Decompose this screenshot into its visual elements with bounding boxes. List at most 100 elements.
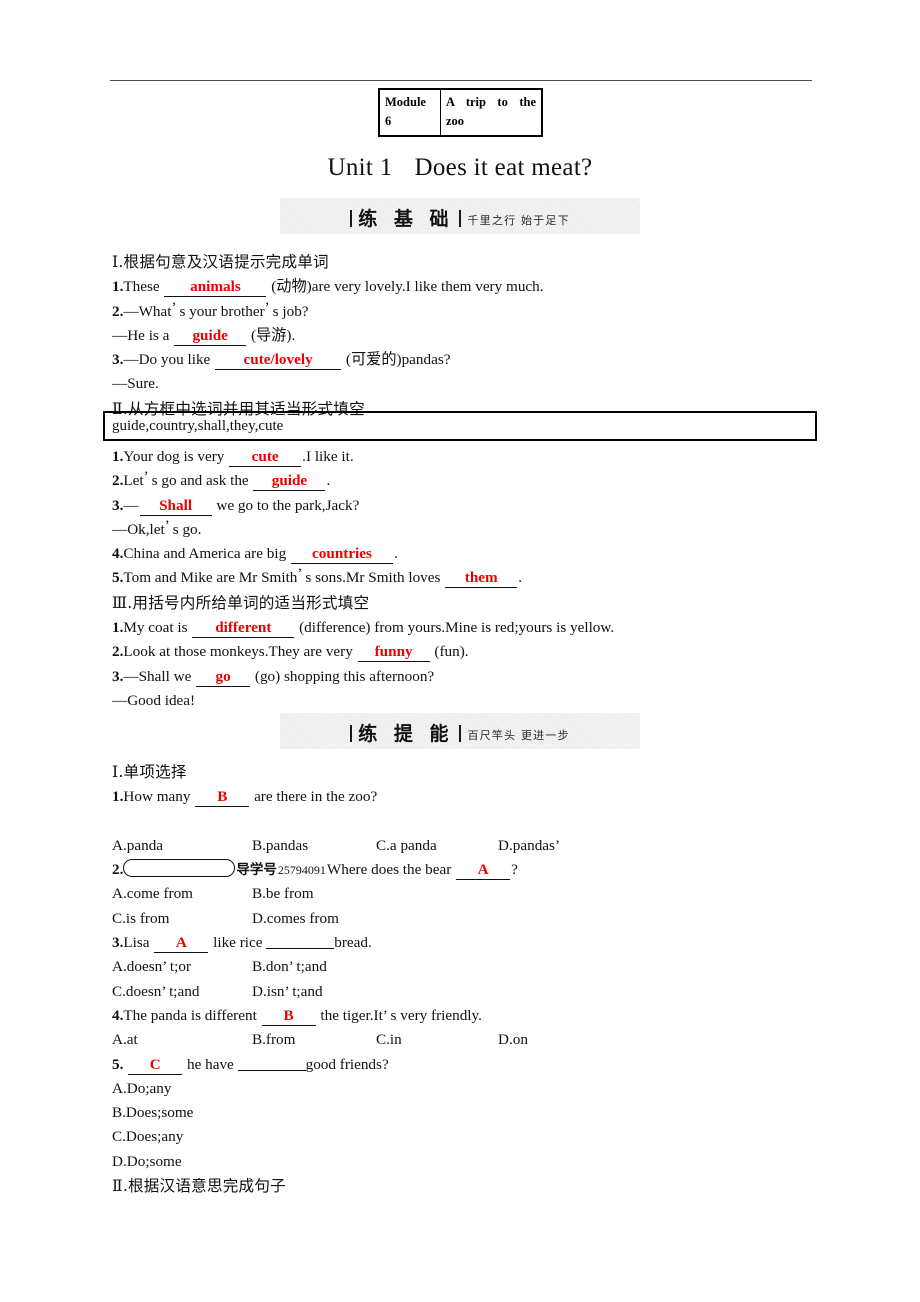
question-item: 1.How many B are there in the zoo? bbox=[112, 785, 818, 809]
basics-section-2: 1.Your dog is very cute .I like it. 2.Let… bbox=[112, 445, 818, 713]
question-number: 3. bbox=[112, 496, 124, 514]
section-heading: Ⅲ.用括号内所给单词的适当形式填空 bbox=[112, 591, 818, 616]
option-b[interactable]: B.Does;some bbox=[112, 1101, 818, 1125]
question-item: 1.These animals (动物)are very lovely.I li… bbox=[112, 275, 818, 299]
option-c[interactable]: C.in bbox=[376, 1028, 402, 1052]
option-d[interactable]: D.comes from bbox=[252, 907, 339, 931]
option-c[interactable]: C.Does;any bbox=[112, 1125, 818, 1149]
header-rule bbox=[110, 80, 812, 81]
reply-text-pre: —Ok,let bbox=[112, 520, 165, 538]
answer-blank[interactable]: A bbox=[154, 933, 209, 954]
option-b[interactable]: B.pandas bbox=[252, 834, 308, 858]
question-item: 2. 导学号25794091Where does the bear A? bbox=[112, 858, 818, 882]
option-a[interactable]: A.Do;any bbox=[112, 1077, 818, 1101]
section-heading-text: .单项选择 bbox=[118, 763, 187, 781]
answer-blank[interactable]: Shall bbox=[139, 496, 212, 516]
option-d[interactable]: D.pandas’ bbox=[498, 834, 560, 858]
question-text-pre: Look at those monkeys.They are very bbox=[123, 643, 353, 661]
answer-blank[interactable]: cute bbox=[229, 447, 302, 467]
word-bank-text: guide,country,shall,they,cute bbox=[112, 417, 284, 434]
daoxue-label: 导学号 bbox=[236, 862, 277, 879]
question-text-pre: Tom and Mike are Mr Smith bbox=[123, 569, 298, 587]
option-c[interactable]: C.is from bbox=[112, 907, 169, 931]
apostrophe-glyph: ’ bbox=[171, 299, 177, 316]
option-row: A.at B.from C.in D.on bbox=[112, 1028, 818, 1052]
reply-line: —Good idea! bbox=[112, 691, 196, 709]
answer-blank[interactable]: cute/lovely bbox=[215, 350, 342, 371]
question-text-post: (difference) from yours.Mine is red;your… bbox=[299, 619, 615, 637]
apostrophe-glyph: ’ bbox=[143, 469, 149, 486]
question-text-post: . bbox=[518, 569, 523, 587]
option-row: A.panda B.pandas C.a panda D.pandas’ bbox=[112, 834, 818, 858]
question-number: 1. bbox=[112, 448, 124, 465]
banner-title-advanced: 练 提 能 bbox=[358, 722, 454, 745]
question-number: 5. bbox=[112, 569, 124, 587]
banner-title-basics: 练 基 础 bbox=[358, 207, 454, 230]
answer-blank[interactable]: guide bbox=[253, 471, 326, 492]
answer-blank[interactable]: funny bbox=[357, 642, 430, 663]
empty-blank[interactable] bbox=[237, 1055, 306, 1071]
section-heading-text: .根据句意及汉语提示完成单词 bbox=[118, 253, 329, 271]
apostrophe-glyph: ’ bbox=[264, 299, 270, 316]
question-text-post: . bbox=[326, 472, 331, 490]
answer-blank[interactable]: animals bbox=[164, 277, 267, 298]
question-stem-post: the tiger.It’ s very friendly. bbox=[320, 1006, 482, 1024]
question-stem-pre: Lisa bbox=[123, 934, 150, 952]
daoxue-number: 25794091 bbox=[277, 863, 326, 878]
option-row: A.doesn’ t;or B.don’ t;and bbox=[112, 955, 818, 979]
question-item: 3.Lisa A like rice bread. bbox=[112, 931, 818, 955]
answer-blank[interactable]: A bbox=[456, 860, 511, 881]
question-text-post: (动物)are very lovely.I like them very muc… bbox=[271, 278, 544, 296]
question-text-pre: Your dog is very bbox=[123, 448, 225, 465]
option-c[interactable]: C.a panda bbox=[376, 834, 437, 858]
question-stem-post: ? bbox=[511, 861, 518, 879]
word-bank-box: guide,country,shall,they,cute bbox=[103, 411, 817, 441]
option-b[interactable]: B.be from bbox=[252, 882, 314, 906]
module-topic-cell: A trip to the zoo bbox=[440, 88, 543, 137]
module-header-table: Module 6 A trip to the zoo bbox=[378, 88, 543, 137]
option-b[interactable]: B.from bbox=[252, 1028, 295, 1052]
option-a[interactable]: A.at bbox=[112, 1028, 138, 1052]
answer-line: —He is a guide (导游). bbox=[112, 324, 818, 348]
option-a[interactable]: A.come from bbox=[112, 882, 193, 906]
question-stem-post: bread. bbox=[334, 934, 372, 952]
question-text-pre: These bbox=[123, 278, 160, 296]
question-stem-pre: How many bbox=[123, 788, 191, 806]
module-cell: Module 6 bbox=[378, 88, 441, 137]
section-numeral: Ⅲ bbox=[112, 594, 128, 612]
answer-blank[interactable]: B bbox=[195, 787, 250, 808]
empty-blank[interactable] bbox=[266, 933, 335, 950]
option-a[interactable]: A.doesn’ t;or bbox=[112, 955, 191, 979]
section-heading: Ⅰ.根据句意及汉语提示完成单词 bbox=[112, 250, 818, 275]
module-label: Module bbox=[385, 95, 426, 109]
unit-number: Unit 1 bbox=[327, 154, 393, 181]
answer-blank[interactable]: guide bbox=[174, 326, 247, 346]
question-text-pre: — bbox=[123, 496, 139, 514]
section-heading: Ⅰ.单项选择 bbox=[112, 760, 818, 785]
option-c[interactable]: C.doesn’ t;and bbox=[112, 980, 199, 1004]
apostrophe-glyph: ’ bbox=[297, 566, 303, 583]
answer-blank[interactable]: C bbox=[128, 1055, 183, 1075]
answer-blank[interactable]: them bbox=[445, 568, 518, 589]
question-stem-post: good friends? bbox=[305, 1055, 389, 1073]
question-number: 1. bbox=[112, 278, 124, 296]
question-text-post: (可爱的)pandas? bbox=[345, 351, 451, 369]
answer-blank[interactable]: B bbox=[261, 1006, 316, 1026]
advanced-section-1: Ⅰ.单项选择 1.How many B are there in the zoo… bbox=[112, 760, 818, 1199]
reply-line: —Sure. bbox=[112, 375, 159, 393]
question-stem-post: are there in the zoo? bbox=[254, 788, 378, 806]
question-item: 3.—Do you like cute/lovely (可爱的)pandas? bbox=[112, 348, 818, 372]
option-d[interactable]: D.isn’ t;and bbox=[252, 980, 323, 1004]
question-number: 3. bbox=[112, 667, 124, 685]
section-numeral: Ⅱ bbox=[112, 1178, 123, 1196]
answer-blank[interactable]: different bbox=[192, 618, 295, 639]
option-d[interactable]: D.Do;some bbox=[112, 1150, 818, 1174]
answer-blank[interactable]: go bbox=[196, 667, 251, 687]
option-d[interactable]: D.on bbox=[498, 1028, 528, 1052]
option-row: A.come from B.be from bbox=[112, 882, 818, 906]
option-a[interactable]: A.panda bbox=[112, 834, 163, 858]
answer-blank[interactable]: countries bbox=[290, 544, 393, 565]
option-b[interactable]: B.don’ t;and bbox=[252, 955, 327, 979]
question-item: 2.—What’ s your brother’ s job? bbox=[112, 300, 818, 324]
